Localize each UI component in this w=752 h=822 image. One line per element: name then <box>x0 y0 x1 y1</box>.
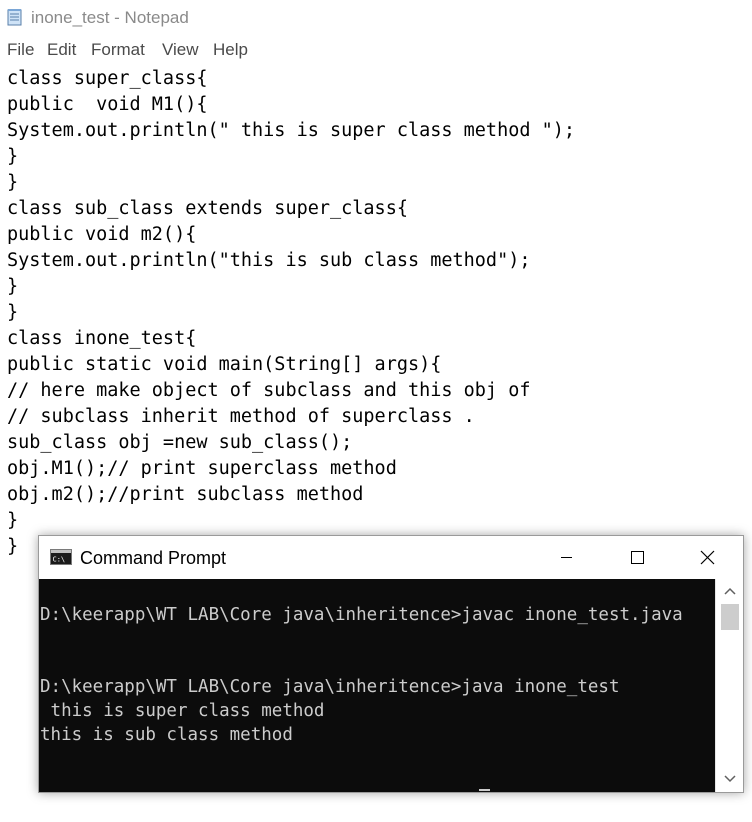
notepad-menu-bar: File Edit Format View Help <box>0 36 752 65</box>
close-icon <box>700 550 715 565</box>
scrollbar-thumb[interactable] <box>721 604 739 630</box>
command-prompt-window: C:\ Command Prompt D:\keerapp\WT LAB\Cor… <box>38 535 744 793</box>
minimize-icon <box>561 557 572 558</box>
console-output-text: D:\keerapp\WT LAB\Core java\inheritence>… <box>40 605 683 745</box>
vertical-scrollbar[interactable] <box>715 579 744 792</box>
command-prompt-window-title: Command Prompt <box>80 548 227 568</box>
maximize-icon <box>631 551 644 564</box>
code-text: class super_class{ public void M1(){ Sys… <box>7 68 576 557</box>
close-button[interactable] <box>673 536 743 579</box>
maximize-button[interactable] <box>602 536 672 579</box>
menu-view[interactable]: View <box>162 40 199 60</box>
scroll-up-arrow-icon[interactable] <box>716 581 744 601</box>
notepad-icon <box>7 9 22 26</box>
menu-edit[interactable]: Edit <box>47 40 76 60</box>
menu-help[interactable]: Help <box>213 40 248 60</box>
menu-format[interactable]: Format <box>91 40 145 60</box>
notepad-window-title: inone_test - Notepad <box>31 8 189 27</box>
command-prompt-icon: C:\ <box>50 549 72 565</box>
svg-text:C:\: C:\ <box>53 556 66 564</box>
minimize-button[interactable] <box>532 536 602 579</box>
console-cursor <box>479 789 490 791</box>
notepad-title-bar[interactable]: inone_test - Notepad <box>0 0 752 36</box>
scroll-down-arrow-icon[interactable] <box>716 769 744 789</box>
command-prompt-title-bar[interactable]: C:\ Command Prompt <box>39 536 743 579</box>
console-output-area[interactable]: D:\keerapp\WT LAB\Core java\inheritence>… <box>39 579 715 792</box>
menu-file[interactable]: File <box>7 40 34 60</box>
